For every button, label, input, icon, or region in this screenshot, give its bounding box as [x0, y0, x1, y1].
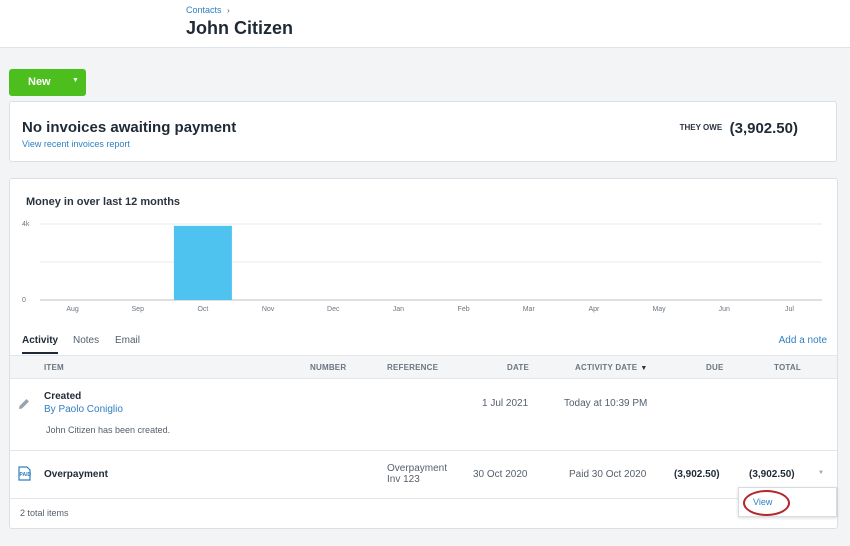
- add-note-link[interactable]: Add a note: [779, 335, 827, 346]
- row-title: Created: [44, 391, 82, 402]
- row-subtitle: By Paolo Coniglio: [44, 404, 123, 415]
- table-header: ITEM NUMBER REFERENCE DATE ACTIVITY DATE…: [10, 355, 837, 379]
- recent-invoices-report-link[interactable]: View recent invoices report: [22, 139, 130, 149]
- chart-x-tick-label: Jun: [719, 306, 730, 313]
- chart-title: Money in over last 12 months: [26, 196, 181, 208]
- activity-card: Money in over last 12 months 0 4k Aug Sep Oc…: [9, 178, 838, 529]
- active-tab-indicator: [22, 352, 58, 354]
- total-items-count: 2 total items: [20, 508, 69, 518]
- tab-activity[interactable]: Activity: [22, 335, 58, 346]
- tab-email[interactable]: Email: [115, 335, 140, 346]
- chart-y-tick-label: 4k: [22, 221, 30, 228]
- chart-x-tick-label: Nov: [262, 306, 275, 313]
- invoices-summary-card: No invoices awaiting payment View recent…: [9, 101, 837, 162]
- chart-x-tick-label: Aug: [66, 306, 79, 313]
- breadcrumb-contacts-link[interactable]: Contacts: [186, 5, 222, 15]
- row-activity-date: Paid 30 Oct 2020: [569, 469, 647, 480]
- table-row: Created By Paolo Coniglio John Citizen h…: [10, 379, 837, 451]
- chart-x-tick-label: Feb: [458, 306, 470, 313]
- chart-y-tick-label: 0: [22, 297, 26, 304]
- new-button[interactable]: New ▼: [9, 69, 86, 96]
- paid-document-icon: PAID: [18, 466, 32, 481]
- row-reference-line1: Overpayment: [387, 463, 448, 474]
- they-owe-label: THEY OWE: [679, 123, 723, 132]
- page-title: John Citizen: [186, 18, 293, 38]
- chart-x-tick-label: Apr: [588, 306, 600, 313]
- column-number: NUMBER: [310, 363, 347, 372]
- row-action-menu: View: [738, 487, 837, 517]
- chart-x-tick-label: Sep: [132, 306, 145, 313]
- row-date: 1 Jul 2021: [482, 398, 529, 409]
- page-header: Contacts › John Citizen: [0, 0, 850, 48]
- chart-x-tick-label: Dec: [327, 306, 340, 313]
- row-title[interactable]: Overpayment: [44, 469, 108, 480]
- table-row[interactable]: PAID Overpayment Overpayment Inv 123 30 …: [10, 451, 837, 499]
- activity-tabs: Activity Notes Email Add a note: [10, 325, 837, 355]
- chart-bar: [173, 225, 232, 300]
- invoices-status-title: No invoices awaiting payment: [22, 119, 237, 136]
- column-item: ITEM: [44, 363, 64, 372]
- row-total: (3,902.50): [749, 469, 795, 480]
- breadcrumb: Contacts ›: [186, 5, 230, 15]
- new-button-label: New: [28, 76, 51, 88]
- chart-x-tick-label: Jul: [785, 306, 794, 313]
- pencil-icon: [19, 399, 29, 409]
- column-due: DUE: [706, 363, 724, 372]
- row-menu-caret-icon[interactable]: ▼: [818, 470, 824, 476]
- view-menu-item[interactable]: View: [753, 497, 772, 507]
- column-total: TOTAL: [774, 363, 801, 372]
- caret-down-icon[interactable]: ▼: [72, 77, 79, 84]
- they-owe-summary: THEY OWE (3,902.50): [680, 120, 798, 138]
- chart-x-tick-label: Mar: [523, 306, 536, 313]
- chart-x-tick-label: May: [652, 306, 666, 313]
- money-in-bar-chart: 0 4k Aug Sep Oct Nov Dec Jan Feb Mar Apr May Jun Jul: [22, 221, 822, 313]
- they-owe-amount: (3,902.50): [729, 120, 798, 137]
- breadcrumb-separator-icon: ›: [227, 6, 230, 15]
- chart-x-tick-label: Oct: [197, 306, 208, 313]
- column-activity-date-label: ACTIVITY DATE: [575, 363, 638, 372]
- svg-text:PAID: PAID: [20, 472, 32, 478]
- row-reference-line2: Inv 123: [387, 474, 420, 485]
- chart-x-tick-label: Jan: [393, 306, 404, 313]
- sort-desc-icon: ▼: [640, 365, 648, 372]
- row-activity-date: Today at 10:39 PM: [564, 398, 648, 409]
- column-activity-date[interactable]: ACTIVITY DATE ▼: [575, 363, 647, 372]
- column-reference: REFERENCE: [387, 363, 439, 372]
- row-date: 30 Oct 2020: [473, 469, 528, 480]
- column-date: DATE: [507, 363, 529, 372]
- tab-notes[interactable]: Notes: [73, 335, 99, 346]
- row-note: John Citizen has been created.: [46, 425, 171, 435]
- row-due: (3,902.50): [674, 469, 720, 480]
